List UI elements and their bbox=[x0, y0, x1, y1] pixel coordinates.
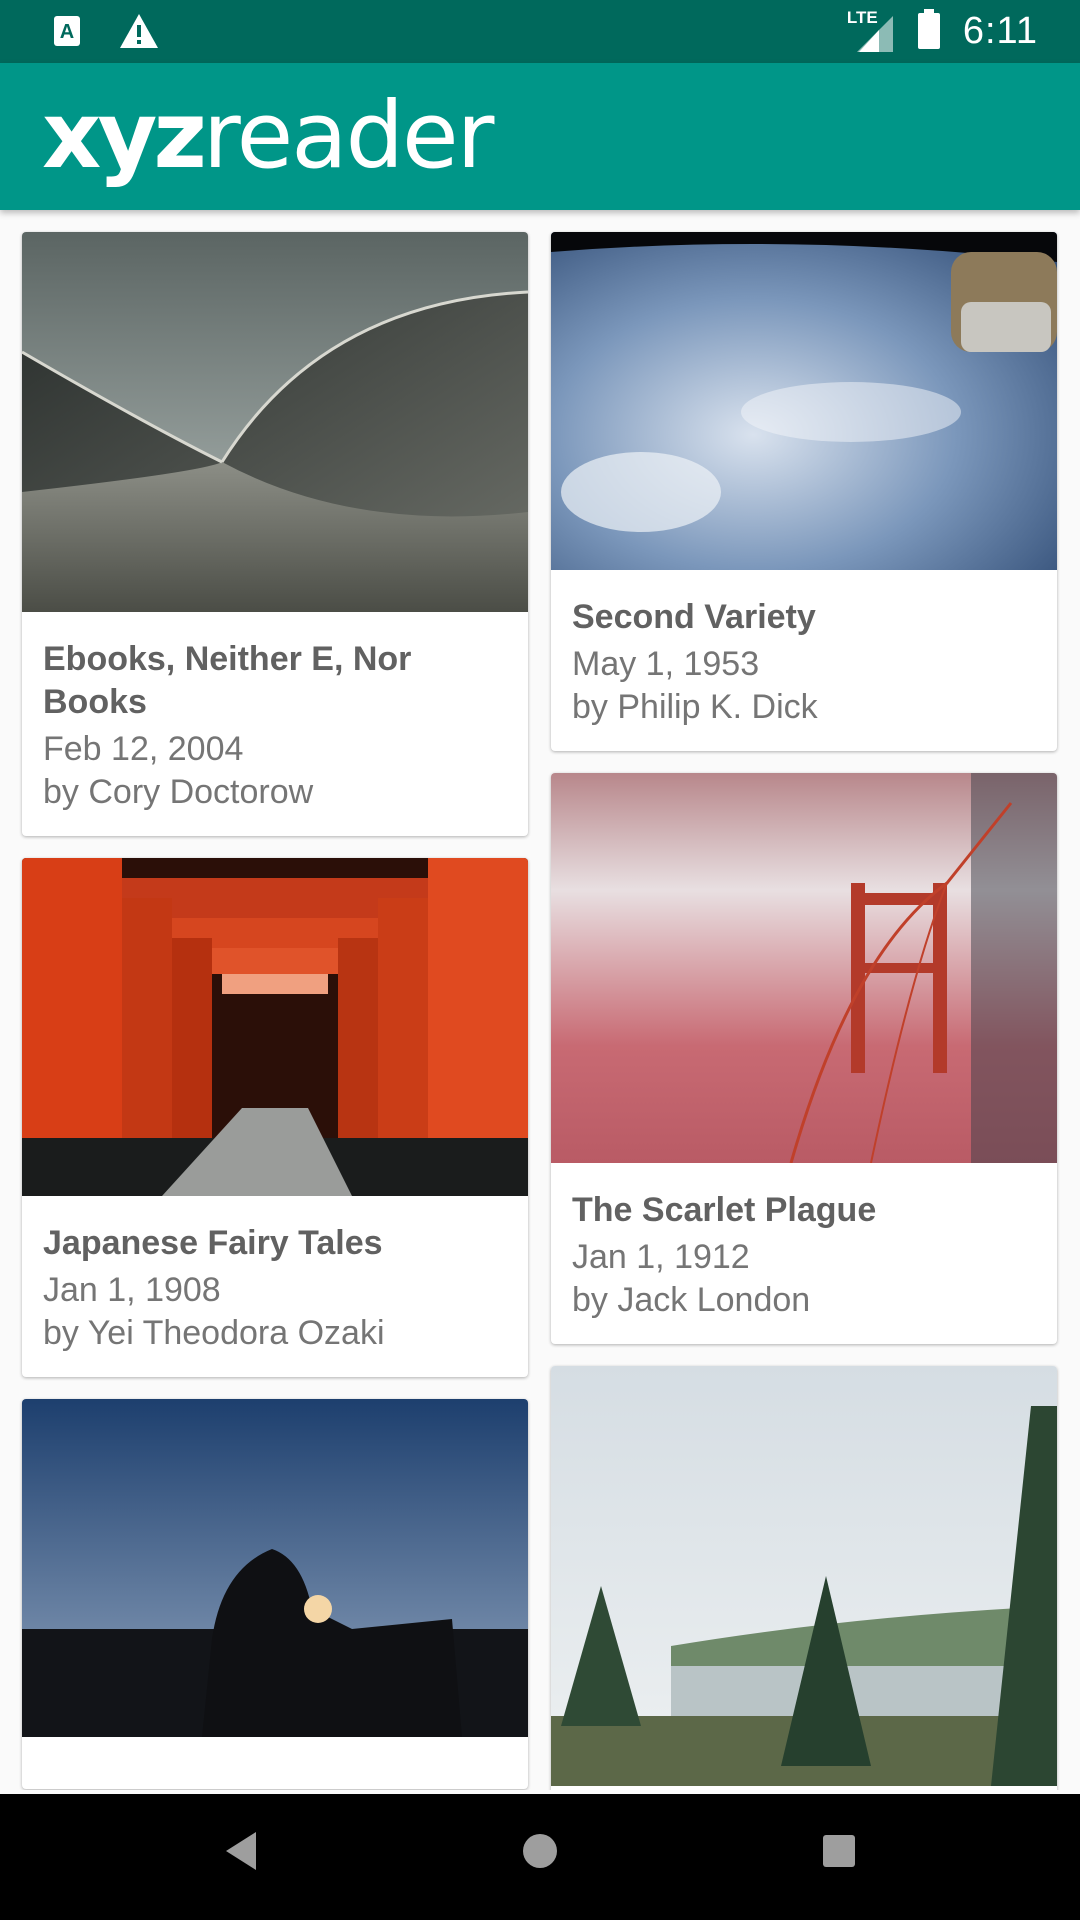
status-bar: A LTE 6:11 bbox=[0, 0, 1080, 63]
article-card[interactable]: Japanese Fairy Tales Jan 1, 1908 by Yei … bbox=[22, 858, 528, 1377]
home-icon[interactable] bbox=[521, 1830, 559, 1877]
article-card[interactable] bbox=[551, 1366, 1057, 1790]
article-author: by Philip K. Dick bbox=[572, 688, 818, 726]
article-card[interactable]: Ebooks, Neither E, Nor Books Feb 12, 200… bbox=[22, 232, 528, 836]
logo-bold-text: xyz bbox=[42, 82, 207, 189]
article-card[interactable] bbox=[22, 1399, 528, 1789]
clock: 6:11 bbox=[962, 9, 1038, 52]
article-grid[interactable]: Ebooks, Neither E, Nor Books Feb 12, 200… bbox=[0, 210, 1080, 1790]
app-bar: xyzreader bbox=[0, 63, 1080, 210]
article-date: May 1, 1953 bbox=[572, 645, 760, 683]
article-date: Jan 1, 1912 bbox=[572, 1238, 750, 1276]
recents-icon[interactable] bbox=[821, 1830, 857, 1877]
article-date: Jan 1, 1908 bbox=[43, 1271, 221, 1309]
article-thumbnail bbox=[551, 1366, 1057, 1786]
back-icon[interactable] bbox=[222, 1830, 262, 1877]
battery-icon bbox=[917, 8, 941, 54]
logo-light-text: reader bbox=[202, 82, 495, 189]
article-author: by Cory Doctorow bbox=[43, 773, 314, 811]
app-logo: xyzreader bbox=[42, 81, 495, 191]
article-column-left: Ebooks, Neither E, Nor Books Feb 12, 200… bbox=[22, 232, 528, 1790]
article-author: by Yei Theodora Ozaki bbox=[43, 1314, 385, 1352]
article-date: Feb 12, 2004 bbox=[43, 730, 244, 768]
article-title: Second Variety bbox=[572, 598, 816, 636]
article-thumbnail bbox=[22, 232, 528, 612]
article-thumbnail bbox=[22, 858, 528, 1196]
article-card[interactable]: The Scarlet Plague Jan 1, 1912 by Jack L… bbox=[551, 773, 1057, 1344]
article-column-right: Second Variety May 1, 1953 by Philip K. … bbox=[551, 232, 1057, 1790]
article-thumbnail bbox=[22, 1399, 528, 1737]
article-title: Japanese Fairy Tales bbox=[43, 1224, 383, 1262]
article-title: The Scarlet Plague bbox=[572, 1191, 877, 1229]
article-title: Ebooks, Neither E, Nor Books bbox=[43, 640, 412, 721]
article-thumbnail bbox=[551, 773, 1057, 1163]
article-card[interactable]: Second Variety May 1, 1953 by Philip K. … bbox=[551, 232, 1057, 751]
article-author: by Jack London bbox=[572, 1281, 811, 1319]
svg-text:A: A bbox=[60, 21, 74, 43]
navigation-bar bbox=[0, 1794, 1080, 1920]
sim-a-icon: A bbox=[52, 14, 84, 53]
warning-icon bbox=[118, 12, 160, 55]
article-thumbnail bbox=[551, 232, 1057, 570]
signal-icon: LTE bbox=[847, 8, 895, 54]
